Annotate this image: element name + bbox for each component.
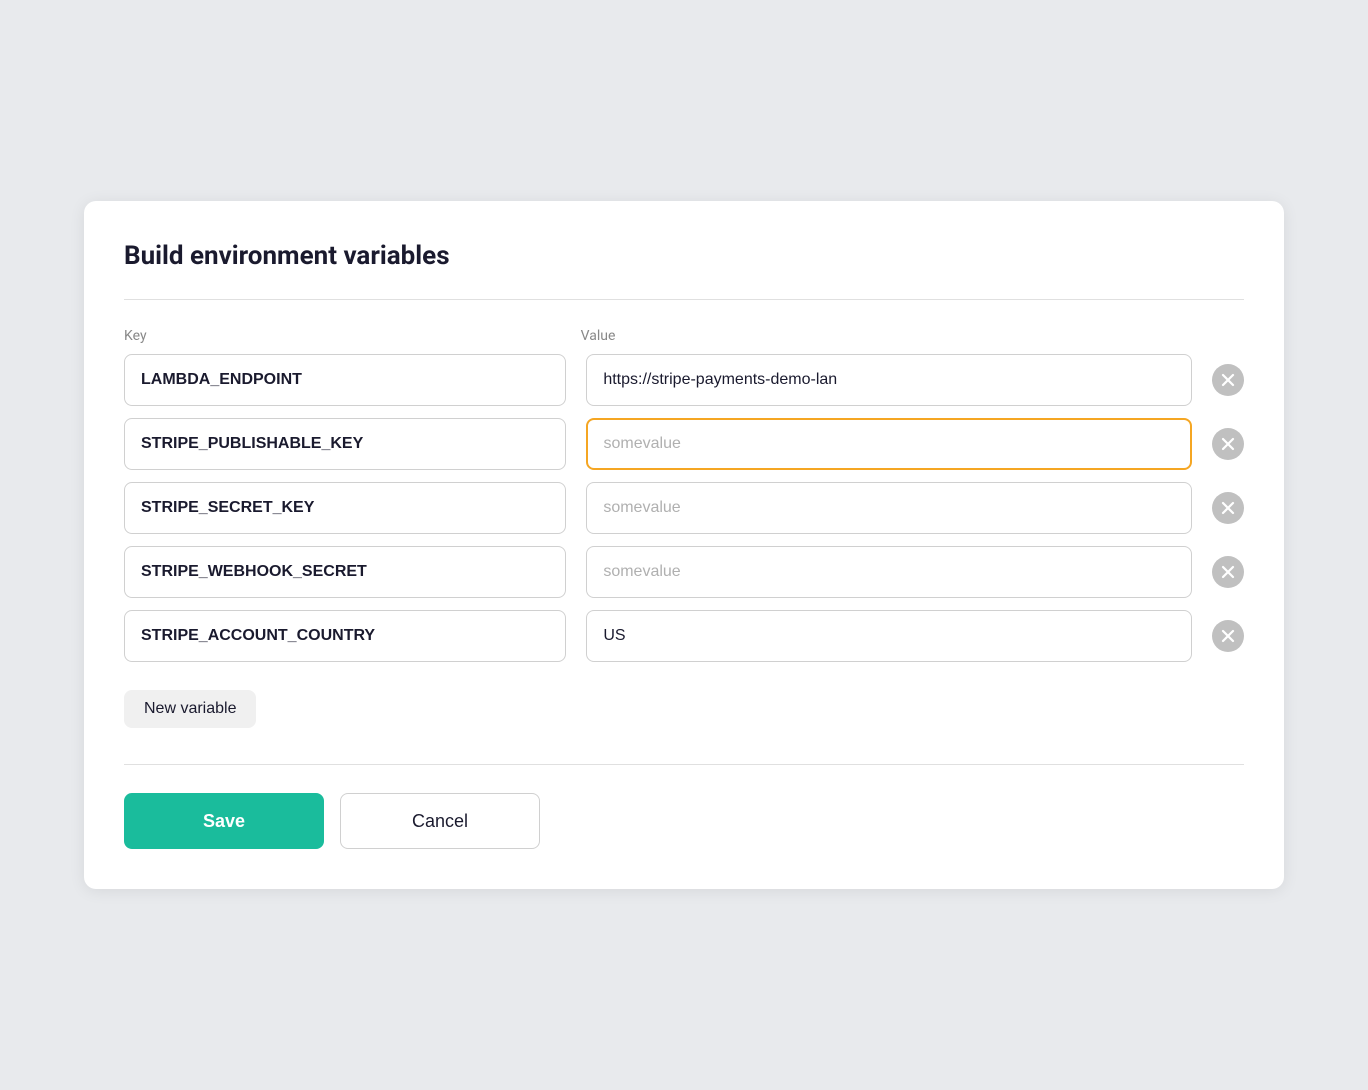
variables-list: [124, 354, 1244, 662]
remove-button-2[interactable]: [1212, 492, 1244, 524]
value-input-2[interactable]: [586, 482, 1192, 534]
key-input-2[interactable]: [124, 482, 566, 534]
key-input-1[interactable]: [124, 418, 566, 470]
value-input-3[interactable]: [586, 546, 1192, 598]
new-variable-button[interactable]: New variable: [124, 690, 256, 728]
col-header-key: Key: [124, 328, 561, 344]
key-input-4[interactable]: [124, 610, 566, 662]
variable-row: [124, 418, 1244, 470]
remove-button-3[interactable]: [1212, 556, 1244, 588]
title-divider: [124, 299, 1244, 300]
column-headers: Key Value: [124, 328, 1244, 344]
variable-row: [124, 610, 1244, 662]
value-input-0[interactable]: [586, 354, 1192, 406]
cancel-button[interactable]: Cancel: [340, 793, 540, 849]
action-buttons: Save Cancel: [124, 793, 1244, 849]
save-button[interactable]: Save: [124, 793, 324, 849]
action-divider: [124, 764, 1244, 765]
key-input-3[interactable]: [124, 546, 566, 598]
dialog-container: Build environment variables Key Value Ne…: [84, 201, 1284, 889]
value-input-4[interactable]: [586, 610, 1192, 662]
remove-button-1[interactable]: [1212, 428, 1244, 460]
dialog-title: Build environment variables: [124, 241, 1244, 271]
variable-row: [124, 546, 1244, 598]
remove-button-4[interactable]: [1212, 620, 1244, 652]
variable-row: [124, 482, 1244, 534]
key-input-0[interactable]: [124, 354, 566, 406]
remove-button-0[interactable]: [1212, 364, 1244, 396]
col-header-value: Value: [581, 328, 1192, 344]
value-input-1[interactable]: [586, 418, 1193, 470]
variable-row: [124, 354, 1244, 406]
